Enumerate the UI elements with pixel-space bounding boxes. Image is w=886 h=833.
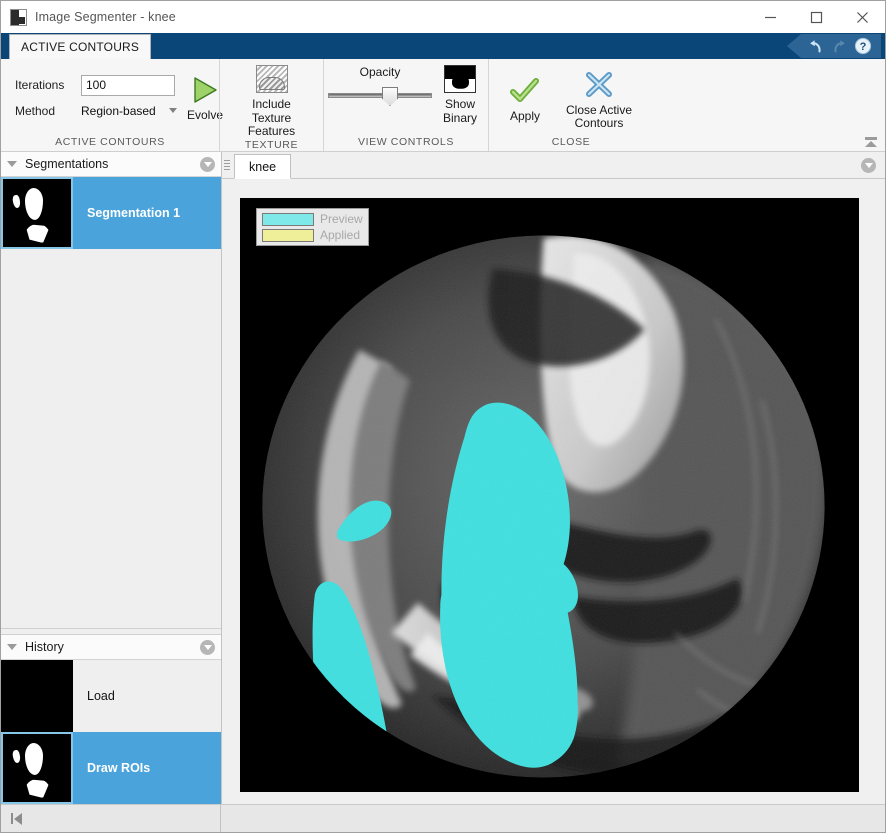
evolve-label: Evolve: [186, 108, 224, 123]
texture-icon: [255, 63, 288, 95]
ribbon-group-texture: Include Texture Features TEXTURE: [219, 59, 323, 151]
document-tab-knee[interactable]: knee: [234, 154, 292, 179]
legend-swatch-preview: [262, 212, 314, 226]
close-x-icon: [584, 69, 614, 101]
collapse-arrow-icon[interactable]: [7, 161, 17, 167]
image-canvas[interactable]: Preview Applied: [240, 198, 859, 792]
status-bar-left: [1, 805, 221, 832]
ribbon: Iterations Method Region-based: [1, 59, 885, 152]
history-panel-title: History: [25, 640, 64, 654]
history-panel-menu-button[interactable]: [200, 639, 215, 655]
minimize-button[interactable]: [747, 1, 793, 33]
window-title: Image Segmenter - knee: [35, 10, 176, 24]
ribbon-tab-strip: ACTIVE CONTOURS ?: [1, 33, 885, 59]
segmentations-panel-body: Segmentation 1: [1, 177, 221, 628]
segmentation-label: Segmentation 1: [87, 206, 181, 220]
drag-grip-icon[interactable]: [222, 152, 232, 178]
play-triangle-icon: [190, 74, 220, 106]
collapse-arrow-icon[interactable]: [7, 644, 17, 650]
main-area: Segmentations Segmentation 1 History Loa…: [1, 152, 885, 804]
opacity-slider[interactable]: [328, 87, 432, 106]
close-active-contours-button[interactable]: Close Active Contours: [553, 65, 645, 131]
app-icon: [10, 8, 27, 26]
ribbon-group-active-contours: Iterations Method Region-based: [1, 59, 223, 151]
status-bar: [1, 804, 885, 832]
image-segmenter-window: Image Segmenter - knee ACTIVE CONTOURS ?…: [0, 0, 886, 833]
help-button[interactable]: ?: [851, 35, 875, 57]
binary-image-icon: [444, 63, 476, 95]
ribbon-group-view-controls: Opacity Show Binary VIEW CONTROLS: [323, 59, 488, 151]
minimize-ribbon-button[interactable]: [865, 137, 877, 147]
method-row: Method Region-based: [15, 101, 177, 121]
method-dropdown[interactable]: Region-based: [81, 101, 177, 121]
history-panel-body: Load Draw ROIs: [1, 660, 221, 804]
opacity-control: Opacity: [328, 59, 432, 106]
history-label: Load: [87, 689, 115, 703]
window-controls: [747, 1, 885, 33]
segmentations-panel-header: Segmentations: [1, 152, 221, 177]
include-texture-features-label: Include Texture Features: [247, 97, 296, 138]
document-area: knee Preview Applied: [222, 152, 885, 804]
legend-item-applied: Applied: [262, 228, 363, 242]
overlay-legend: Preview Applied: [256, 208, 369, 246]
segmentation-thumbnail: [1, 177, 73, 249]
iterations-label: Iterations: [15, 78, 65, 92]
list-item[interactable]: Segmentation 1: [1, 177, 221, 249]
document-tab-bar: knee: [222, 152, 885, 179]
history-thumbnail-load: [1, 660, 73, 732]
legend-label-preview: Preview: [320, 212, 363, 226]
chevron-down-icon: [169, 108, 177, 113]
method-label: Method: [15, 103, 56, 118]
group-title-view-controls: VIEW CONTROLS: [358, 136, 454, 148]
redo-button[interactable]: [827, 35, 851, 57]
left-panel-column: Segmentations Segmentation 1 History Loa…: [1, 152, 222, 804]
opacity-label: Opacity: [359, 65, 401, 79]
iterations-input[interactable]: [81, 74, 175, 96]
apply-button[interactable]: Apply: [497, 71, 553, 124]
maximize-button[interactable]: [793, 1, 839, 33]
legend-item-preview: Preview: [262, 212, 363, 226]
title-bar: Image Segmenter - knee: [1, 1, 885, 33]
segmentations-list: Segmentation 1: [1, 177, 221, 249]
group-title-close: CLOSE: [551, 136, 591, 148]
history-panel-header: History: [1, 635, 221, 660]
method-selected-value: Region-based: [81, 103, 156, 118]
svg-text:?: ?: [860, 41, 867, 53]
document-tab-menu-button[interactable]: [861, 158, 876, 173]
close-active-contours-label: Close Active Contours: [565, 102, 633, 130]
history-panel: History Load Draw ROIs: [1, 635, 221, 804]
show-binary-label: Show Binary: [442, 97, 477, 125]
include-texture-features-button[interactable]: Include Texture Features: [228, 59, 315, 139]
undo-button[interactable]: [803, 35, 827, 57]
close-button[interactable]: [839, 1, 885, 33]
canvas-container: Preview Applied: [222, 179, 885, 804]
collapse-left-panel-button[interactable]: [11, 812, 22, 825]
active-contours-form: Iterations Method Region-based: [9, 74, 177, 121]
ribbon-group-close: Apply Close Active Contours CLOSE: [488, 59, 653, 151]
tab-active-contours[interactable]: ACTIVE CONTOURS: [9, 34, 152, 59]
segmentations-panel-title: Segmentations: [25, 157, 109, 171]
opacity-slider-thumb[interactable]: [382, 87, 398, 106]
quick-access-toolbar: ?: [787, 34, 881, 58]
knee-mri-image: [240, 198, 859, 792]
check-mark-icon: [510, 75, 540, 107]
table-row[interactable]: Load: [1, 660, 221, 732]
opacity-slider-track: [328, 93, 432, 98]
segmentations-panel-menu-button[interactable]: [200, 156, 215, 172]
history-thumbnail-draw-rois: [1, 732, 73, 804]
legend-swatch-applied: [262, 228, 314, 242]
show-binary-button[interactable]: Show Binary: [432, 59, 488, 125]
group-title-active-contours: ACTIVE CONTOURS: [55, 136, 165, 148]
history-label: Draw ROIs: [87, 761, 151, 775]
table-row[interactable]: Draw ROIs: [1, 732, 221, 804]
legend-label-applied: Applied: [320, 228, 361, 242]
panel-splitter[interactable]: [1, 628, 221, 635]
apply-label: Apply: [509, 109, 541, 124]
iterations-row: Iterations: [15, 74, 177, 96]
